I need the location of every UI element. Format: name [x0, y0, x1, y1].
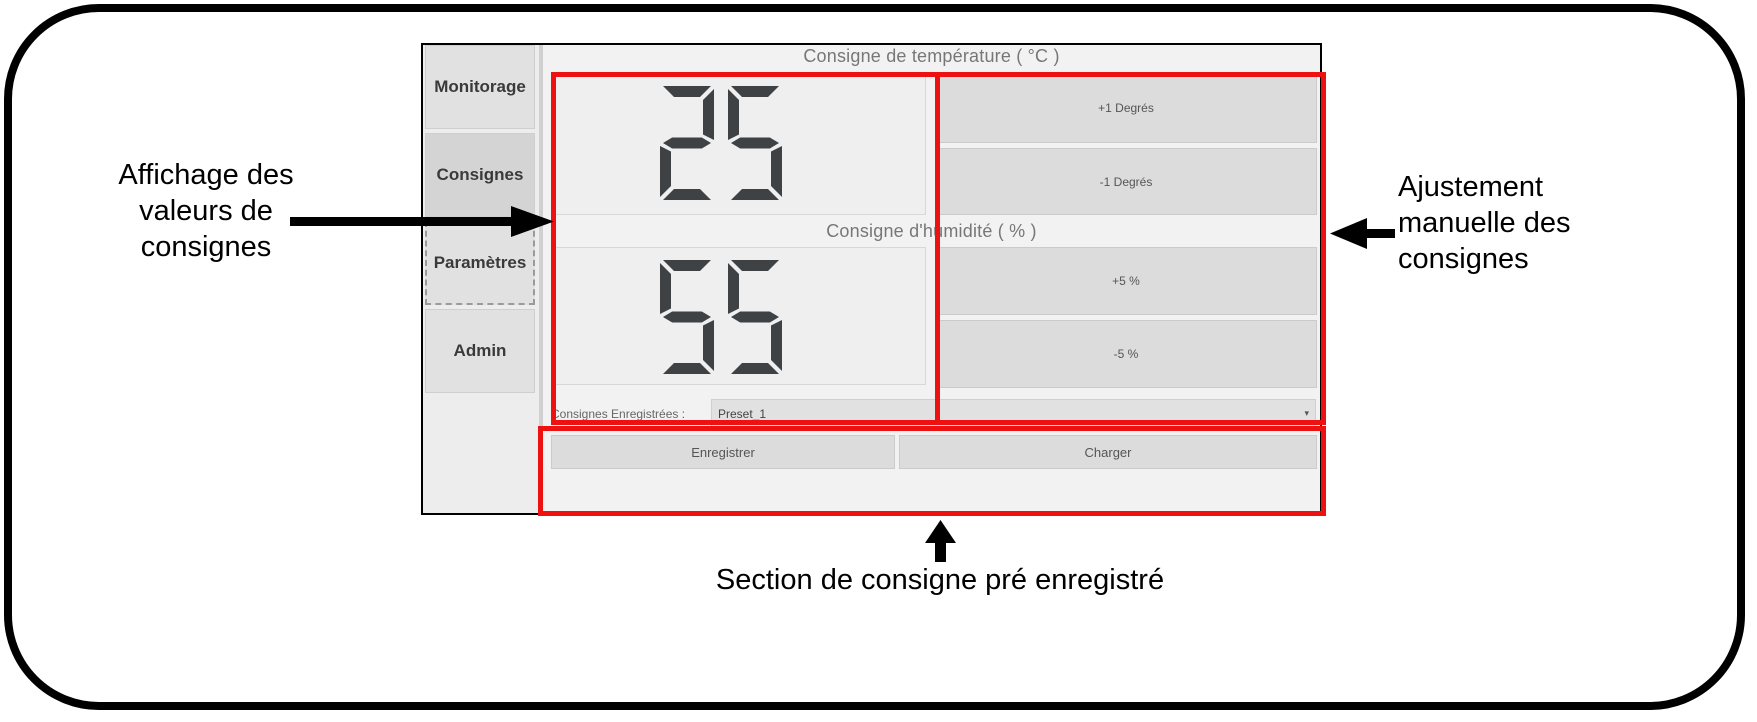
arrow-left-head	[1330, 218, 1367, 249]
arrow-up-head	[925, 520, 956, 543]
arrow-right-shaft	[1365, 229, 1395, 238]
arrow-left-shaft	[290, 217, 515, 226]
arrow-bottom-shaft	[935, 540, 946, 562]
annotation-arrows	[290, 206, 1395, 562]
arrow-right-head	[511, 206, 554, 237]
